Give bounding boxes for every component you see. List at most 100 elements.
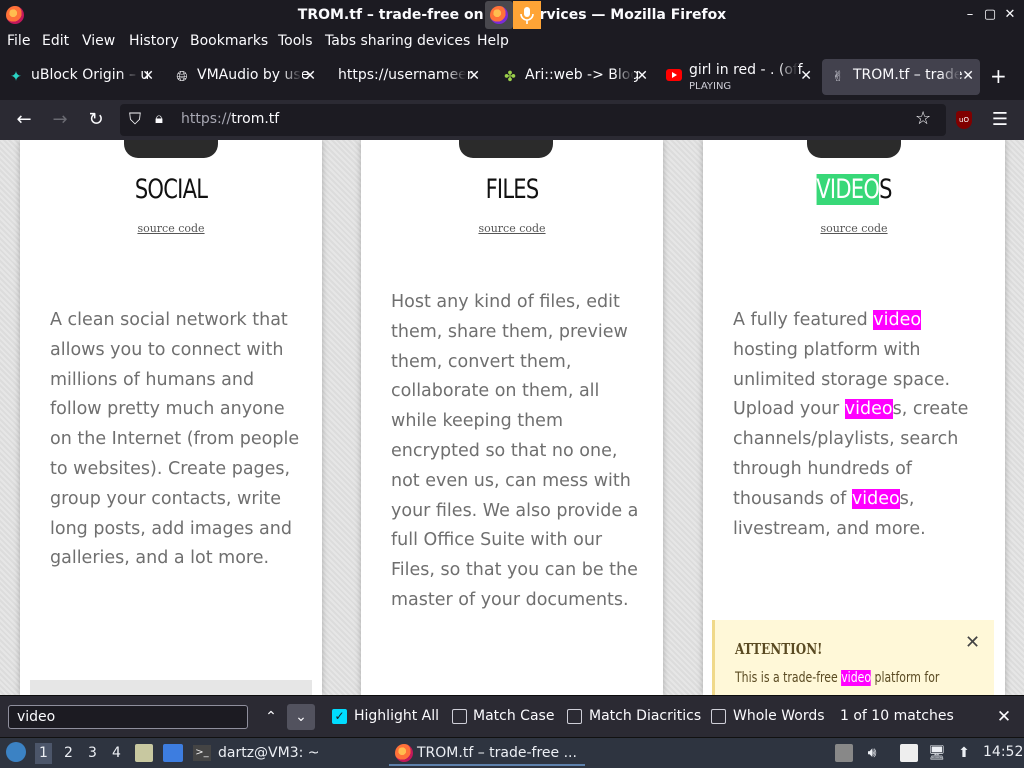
task-firefox[interactable]: TROM.tf – trade-free ... <box>389 741 585 766</box>
menu-edit[interactable]: Edit <box>42 33 69 49</box>
find-bar: video ⌃ ⌄ ✓ Highlight All Match Case Mat… <box>0 695 1024 737</box>
menu-bookmarks[interactable]: Bookmarks <box>190 33 268 49</box>
source-code-link[interactable]: source code <box>703 222 1005 235</box>
match-count: 1 of 10 matches <box>840 708 954 724</box>
find-next-button[interactable]: ⌄ <box>287 704 315 730</box>
menu-tools[interactable]: Tools <box>278 33 313 49</box>
tab-ari-web[interactable]: ✤ Ari::web -> Blog ✕ <box>494 59 654 95</box>
card-description: A fully featured video hosting platform … <box>733 310 969 539</box>
tab-username[interactable]: https://usernameer ✕ <box>328 59 486 95</box>
new-tab-button[interactable]: + <box>990 64 1007 88</box>
match-case-label[interactable]: Match Case <box>473 708 554 724</box>
highlight-all-checkbox[interactable]: ✓ <box>332 709 347 724</box>
menu-history[interactable]: History <box>129 33 179 49</box>
close-tab-icon[interactable]: ✕ <box>468 68 480 84</box>
card-tab-decoration <box>807 140 901 158</box>
card-heading: FILES <box>485 174 540 205</box>
minimize-icon[interactable]: – <box>962 7 978 23</box>
sharing-indicator-firefox-icon[interactable] <box>485 1 513 29</box>
match-diacritics-label[interactable]: Match Diacritics <box>589 708 701 724</box>
card-tab-decoration <box>124 140 218 158</box>
close-tab-icon[interactable]: ✕ <box>304 68 316 84</box>
url-bar[interactable]: ⛉ 🔒︎ https://trom.tf ☆ <box>120 104 946 136</box>
firefox-icon <box>395 744 413 762</box>
globe-icon: 🌐︎ <box>176 69 188 85</box>
close-tab-icon[interactable]: ✕ <box>636 68 648 84</box>
close-tab-icon[interactable]: ✕ <box>962 68 974 84</box>
card-description: Host any kind of files, edit them, share… <box>391 292 639 610</box>
card-social: SOCIAL source code A clean social networ… <box>20 140 322 695</box>
ublock-icon: ✦ <box>10 69 22 85</box>
task-label: TROM.tf – trade-free ... <box>417 745 577 761</box>
close-window-icon[interactable]: ✕ <box>1002 7 1018 23</box>
card-description: A clean social network that allows you t… <box>50 310 300 569</box>
back-button[interactable]: ← <box>13 109 35 131</box>
card-tab-decoration <box>459 140 553 158</box>
workspace-4[interactable]: 4 <box>112 745 121 761</box>
close-tab-icon[interactable]: ✕ <box>142 68 154 84</box>
lock-icon[interactable]: 🔒︎ <box>155 109 163 127</box>
window-titlebar: TROM.tf – trade-free on rvices — Mozilla … <box>0 0 1024 30</box>
shield-icon[interactable]: ⛉ <box>129 109 141 129</box>
notes-tray-icon[interactable] <box>900 744 918 762</box>
workspace-1[interactable]: 1 <box>35 743 52 764</box>
task-label: dartz@VM3: ~ <box>218 745 320 761</box>
ari-icon: ✤ <box>504 69 516 85</box>
menu-help[interactable]: Help <box>477 33 509 49</box>
menubar: File Edit View History Bookmarks Tools T… <box>0 30 1024 54</box>
clipboard-tray-icon[interactable] <box>835 744 853 762</box>
match-diacritics-checkbox[interactable] <box>567 709 582 724</box>
tab-trom-active[interactable]: ✌︎ TROM.tf – trade ✕ <box>822 59 980 95</box>
updates-icon[interactable]: ⬆︎ <box>955 744 973 762</box>
card-files: FILES source code Host any kind of files… <box>361 140 663 695</box>
hamburger-menu-icon[interactable]: ☰ <box>989 109 1011 131</box>
match-highlight: video <box>873 310 922 330</box>
url-text[interactable]: https://trom.tf <box>181 111 279 127</box>
card-button-placeholder <box>30 680 312 695</box>
microphone-icon[interactable] <box>513 1 541 29</box>
start-menu-icon[interactable] <box>6 742 26 762</box>
bookmark-star-icon[interactable]: ☆ <box>915 108 931 129</box>
maximize-icon[interactable]: ▢ <box>982 7 998 23</box>
attention-title: ATTENTION! <box>735 640 823 658</box>
close-notice-icon[interactable]: ✕ <box>965 632 980 653</box>
file-manager-icon[interactable] <box>135 744 153 762</box>
workspace-2[interactable]: 2 <box>64 745 73 761</box>
whole-words-label[interactable]: Whole Words <box>733 708 825 724</box>
card-heading: SOCIAL <box>134 174 208 205</box>
trom-icon: ✌︎ <box>832 69 844 85</box>
close-tab-icon[interactable]: ✕ <box>800 68 812 84</box>
card-videos: VIDEOS source code A fully featured vide… <box>703 140 1005 695</box>
forward-button[interactable]: → <box>49 109 71 131</box>
network-icon[interactable]: 🖥︎ <box>928 744 946 762</box>
find-input[interactable]: video <box>8 705 248 729</box>
system-taskbar: 1 2 3 4 >_ dartz@VM3: ~ TROM.tf – trade-… <box>0 737 1024 768</box>
match-highlight: video <box>841 670 872 686</box>
card-heading: VIDEOS <box>816 174 892 205</box>
ublock-toolbar-icon[interactable]: uO <box>956 111 972 129</box>
reload-button[interactable]: ↻ <box>85 109 107 131</box>
match-highlight: video <box>844 399 893 420</box>
menu-tabs-sharing-devices[interactable]: Tabs sharing devices <box>325 33 470 49</box>
tab-strip: ✦ uBlock Origin – u ✕ 🌐︎ VMAudio by use … <box>0 54 1024 100</box>
tab-ublock[interactable]: ✦ uBlock Origin – u ✕ <box>0 59 160 95</box>
desktop-icon[interactable] <box>163 744 183 762</box>
highlight-all-label[interactable]: Highlight All <box>354 708 439 724</box>
menu-file[interactable]: File <box>7 33 30 49</box>
tab-girl-in-red[interactable]: girl in red - . (off PLAYING ✕ <box>658 59 818 95</box>
close-findbar-icon[interactable]: ✕ <box>990 704 1018 730</box>
workspace-3[interactable]: 3 <box>88 745 97 761</box>
match-case-checkbox[interactable] <box>452 709 467 724</box>
clock: 14:52 <box>983 744 1024 760</box>
attention-text: This is a trade-free video platform for <box>735 670 940 686</box>
page-content: SOCIAL source code A clean social networ… <box>0 140 1024 695</box>
source-code-link[interactable]: source code <box>20 222 322 235</box>
source-code-link[interactable]: source code <box>361 222 663 235</box>
tab-playing-label: PLAYING <box>689 81 732 92</box>
whole-words-checkbox[interactable] <box>711 709 726 724</box>
volume-icon[interactable]: 🔊︎ <box>863 744 881 762</box>
current-match-highlight: VIDEO <box>816 174 880 205</box>
find-previous-button[interactable]: ⌃ <box>257 704 285 730</box>
tab-vmaudio[interactable]: 🌐︎ VMAudio by use ✕ <box>166 59 322 95</box>
menu-view[interactable]: View <box>82 33 115 49</box>
